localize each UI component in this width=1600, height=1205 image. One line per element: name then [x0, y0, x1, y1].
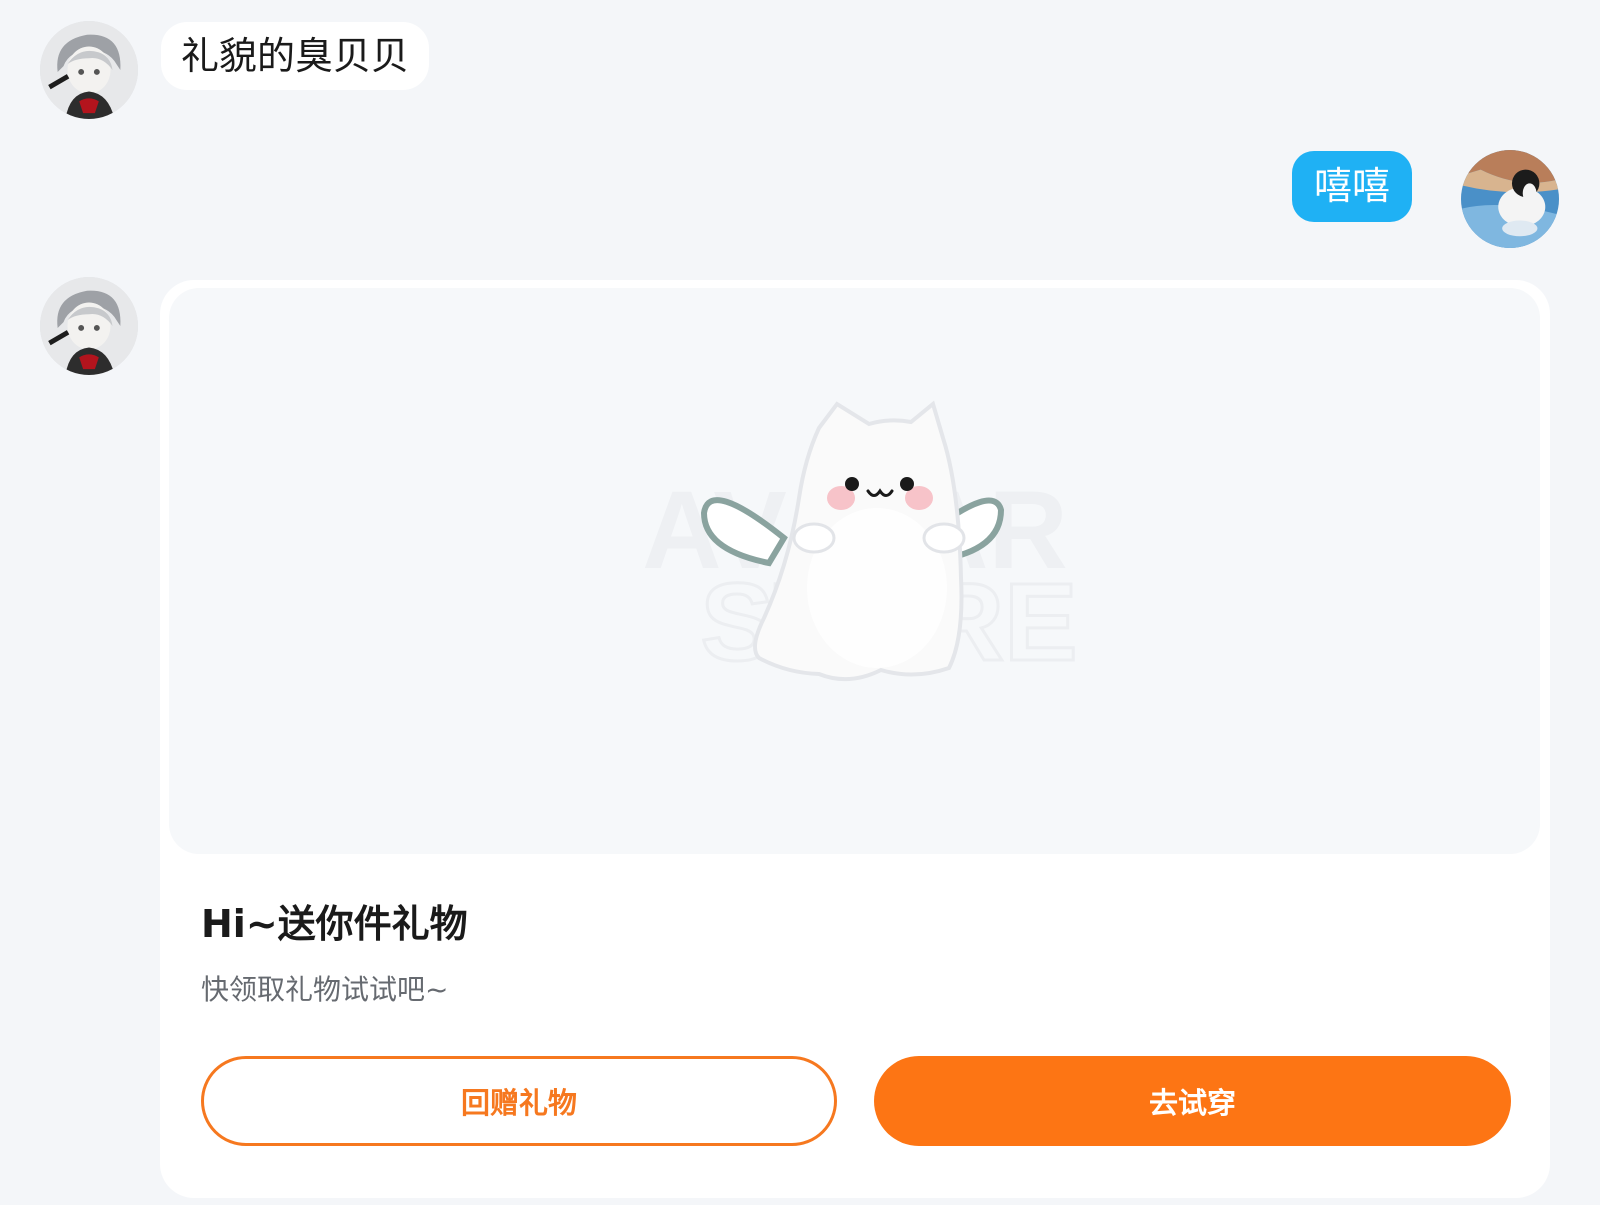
sender-avatar-2[interactable] [40, 277, 138, 375]
gift-card-subtitle: 快领取礼物试试吧~ [201, 973, 449, 1006]
gift-card[interactable]: AVATAR STORE Hi~送你件礼物 快领取礼物试试吧~ 回赠礼物 去试穿 [160, 280, 1550, 1198]
incoming-message-bubble[interactable]: 礼貌的臭贝贝 [161, 22, 430, 90]
incoming-message-text: 礼貌的臭贝贝 [181, 34, 410, 78]
outgoing-message-text: 嘻嘻 [1313, 164, 1390, 208]
return-gift-label: 回赠礼物 [460, 1086, 577, 1120]
gift-image[interactable]: AVATAR STORE [169, 288, 1540, 854]
gift-card-title: Hi~送你件礼物 [201, 902, 468, 946]
sender-avatar[interactable] [40, 21, 138, 119]
outgoing-message-bubble[interactable]: 嘻嘻 [1291, 151, 1412, 222]
try-on-label: 去试穿 [1148, 1086, 1236, 1120]
try-on-button[interactable]: 去试穿 [874, 1056, 1511, 1146]
my-avatar[interactable] [1461, 150, 1559, 248]
ghost-cat-icon: AVATAR STORE [642, 400, 1079, 686]
return-gift-button[interactable]: 回赠礼物 [201, 1056, 837, 1146]
